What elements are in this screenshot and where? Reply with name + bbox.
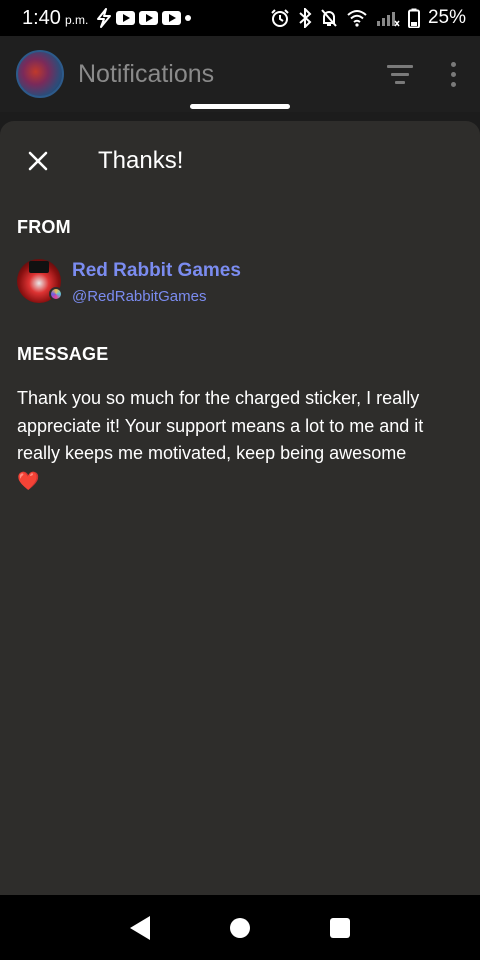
- bluetooth-icon: [299, 8, 312, 28]
- heart-emoji: ❤️: [17, 470, 40, 491]
- status-ampm: p.m.: [64, 13, 89, 27]
- sender[interactable]: Red Rabbit Games @RedRabbitGames: [17, 259, 241, 307]
- close-icon: [28, 151, 48, 171]
- youtube-icon: [139, 11, 159, 25]
- navigation-bar: [0, 895, 480, 960]
- hat-graphic: [29, 261, 49, 273]
- wifi-icon: [347, 10, 367, 27]
- home-icon[interactable]: [230, 917, 250, 938]
- status-left-icons: [96, 8, 192, 28]
- message-sheet: Thanks! FROM Red Rabbit Games @RedRabbit…: [0, 121, 480, 895]
- sender-avatar[interactable]: [17, 259, 63, 303]
- notifications-off-icon: [321, 9, 337, 27]
- signal-icon: [376, 12, 400, 27]
- sender-handle[interactable]: @RedRabbitGames: [72, 287, 241, 307]
- filter-icon[interactable]: [387, 64, 413, 84]
- battery-icon: [407, 8, 420, 28]
- more-vert-icon[interactable]: [451, 61, 456, 87]
- message-label: MESSAGE: [17, 344, 109, 364]
- back-icon[interactable]: [130, 915, 150, 940]
- youtube-icon: [116, 11, 136, 25]
- sheet-title: Thanks!: [98, 147, 184, 174]
- badge-icon: [49, 287, 63, 301]
- recents-icon[interactable]: [330, 917, 350, 938]
- user-avatar[interactable]: [16, 50, 64, 98]
- battery-percent: 25%: [427, 7, 466, 28]
- sender-name[interactable]: Red Rabbit Games: [72, 259, 241, 283]
- message-text: Thank you so much for the charged sticke…: [17, 388, 424, 463]
- status-time: 1:40: [22, 6, 61, 29]
- sender-text: Red Rabbit Games @RedRabbitGames: [72, 259, 241, 307]
- page-title: Notifications: [78, 59, 215, 88]
- sheet-header: Thanks!: [0, 139, 480, 183]
- screen: 1:40 p.m. 25% Notifications Thanks! FROM…: [0, 0, 480, 960]
- youtube-icon: [162, 11, 182, 25]
- alarm-icon: [271, 9, 289, 27]
- bolt-icon: [97, 8, 112, 28]
- from-label: FROM: [17, 217, 71, 237]
- dot-icon: [185, 15, 192, 21]
- message-body: Thank you so much for the charged sticke…: [17, 385, 467, 495]
- close-button[interactable]: [16, 139, 60, 183]
- status-bar: 1:40 p.m. 25%: [0, 0, 480, 36]
- drag-handle[interactable]: [190, 104, 290, 109]
- status-right-icons: 25%: [270, 7, 466, 29]
- header-actions: [387, 61, 464, 87]
- app-header: Notifications: [0, 36, 480, 112]
